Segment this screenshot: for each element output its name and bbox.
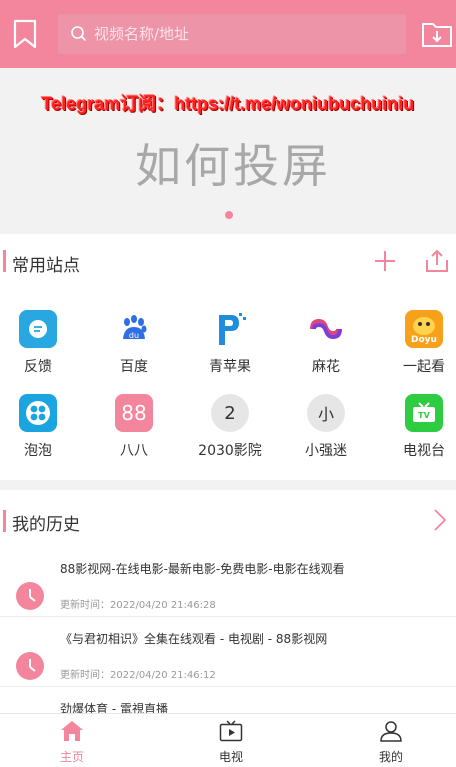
- nav-home[interactable]: 主页: [32, 720, 112, 765]
- telegram-watermark: Telegram订阅：https://t.me/woniubuchuiniu: [41, 94, 415, 114]
- history-time: 更新时间：2022/04/20 21:46:28: [60, 600, 216, 611]
- site-label: 百度: [120, 359, 148, 375]
- home-icon: [61, 721, 83, 741]
- svg-text:TV: TV: [418, 411, 430, 420]
- site-label: 泡泡: [24, 443, 52, 459]
- nav-label: 我的: [378, 750, 403, 764]
- bookmark-button[interactable]: [8, 14, 42, 54]
- baidu-paw-icon: du: [115, 310, 153, 348]
- site-letter-icon: 小: [307, 394, 345, 432]
- bottom-nav: 主页 电视 我的: [0, 713, 456, 767]
- site-item[interactable]: 88 八八: [94, 394, 174, 460]
- site-label: 电视台: [403, 443, 445, 459]
- history-time: 更新时间：2022/04/20 21:46:12: [60, 670, 216, 681]
- folder-download-icon: [422, 23, 452, 47]
- section-accent-bar: [3, 510, 6, 532]
- site-label: 青苹果: [209, 359, 251, 375]
- site-item[interactable]: 泡泡: [0, 394, 78, 460]
- search-bar[interactable]: [58, 14, 406, 54]
- history-item[interactable]: 《与君初相识》全集在线观看 - 电视剧 - 88影视网 更新时间：2022/04…: [0, 630, 456, 698]
- nav-label: 电视: [218, 750, 243, 764]
- divider: [0, 686, 456, 687]
- chat-icon: [19, 310, 57, 348]
- banner[interactable]: Telegram订阅：https://t.me/woniubuchuiniu 如…: [0, 68, 456, 230]
- site-item[interactable]: 麻花: [286, 310, 366, 376]
- site-letter-icon: 2: [211, 394, 249, 432]
- mahua-icon: [307, 310, 345, 348]
- site-item[interactable]: 小 小强迷: [286, 394, 366, 460]
- paopao-icon: [19, 394, 57, 432]
- history-section: 我的历史 88影视网-在线电影-最新电影-免费电影-电影在线观看 更新时间：20…: [0, 490, 456, 750]
- clock-icon: [16, 652, 44, 680]
- site-label: 八八: [120, 443, 148, 459]
- site-item[interactable]: Doyu 一起看: [384, 310, 456, 376]
- bookmark-icon: [13, 19, 37, 49]
- carousel-indicator: [225, 211, 233, 219]
- section-accent-bar: [3, 250, 6, 272]
- site-item[interactable]: du 百度: [94, 310, 174, 376]
- doyu-icon: Doyu: [405, 310, 443, 348]
- chevron-right-icon[interactable]: [432, 508, 448, 532]
- add-site-button[interactable]: [372, 248, 398, 274]
- nav-profile[interactable]: 我的: [351, 720, 431, 765]
- common-sites-section: 常用站点 反馈 du 百度 青苹果 麻花 Doyu 一起看 泡泡 88 八八 2…: [0, 234, 456, 480]
- site-item[interactable]: 青苹果: [190, 310, 270, 376]
- download-button[interactable]: [420, 18, 454, 50]
- site-item[interactable]: 反馈: [0, 310, 78, 376]
- nav-label: 主页: [59, 750, 84, 764]
- site-item[interactable]: TV 电视台: [384, 394, 456, 460]
- section-title: 常用站点: [12, 256, 80, 276]
- clock-icon: [16, 582, 44, 610]
- tv-icon: TV: [405, 394, 443, 432]
- site-label: 小强迷: [305, 443, 347, 459]
- section-title: 我的历史: [12, 515, 80, 535]
- site-label: 麻花: [312, 359, 340, 375]
- app-header: [0, 0, 456, 68]
- share-button[interactable]: [424, 248, 450, 274]
- site-item[interactable]: 2 2030影院: [190, 394, 270, 460]
- qingpingguo-icon: [211, 310, 249, 348]
- site-label: 反馈: [24, 359, 52, 375]
- history-title: 88影视网-在线电影-最新电影-免费电影-电影在线观看: [60, 562, 345, 576]
- search-icon: [71, 26, 87, 42]
- svg-text:du: du: [129, 331, 139, 340]
- divider: [0, 616, 456, 617]
- history-item[interactable]: 88影视网-在线电影-最新电影-免费电影-电影在线观看 更新时间：2022/04…: [0, 560, 456, 628]
- site-icon-88: 88: [115, 394, 153, 432]
- user-icon: [380, 721, 402, 742]
- tv-play-icon: [219, 720, 243, 742]
- site-label: 2030影院: [198, 443, 262, 459]
- search-input[interactable]: [94, 25, 374, 43]
- site-label: 一起看: [403, 359, 445, 375]
- banner-title: 如何投屏: [135, 139, 331, 193]
- history-title: 《与君初相识》全集在线观看 - 电视剧 - 88影视网: [60, 632, 328, 646]
- nav-tv[interactable]: 电视: [191, 720, 271, 765]
- svg-text:Doyu: Doyu: [411, 335, 437, 345]
